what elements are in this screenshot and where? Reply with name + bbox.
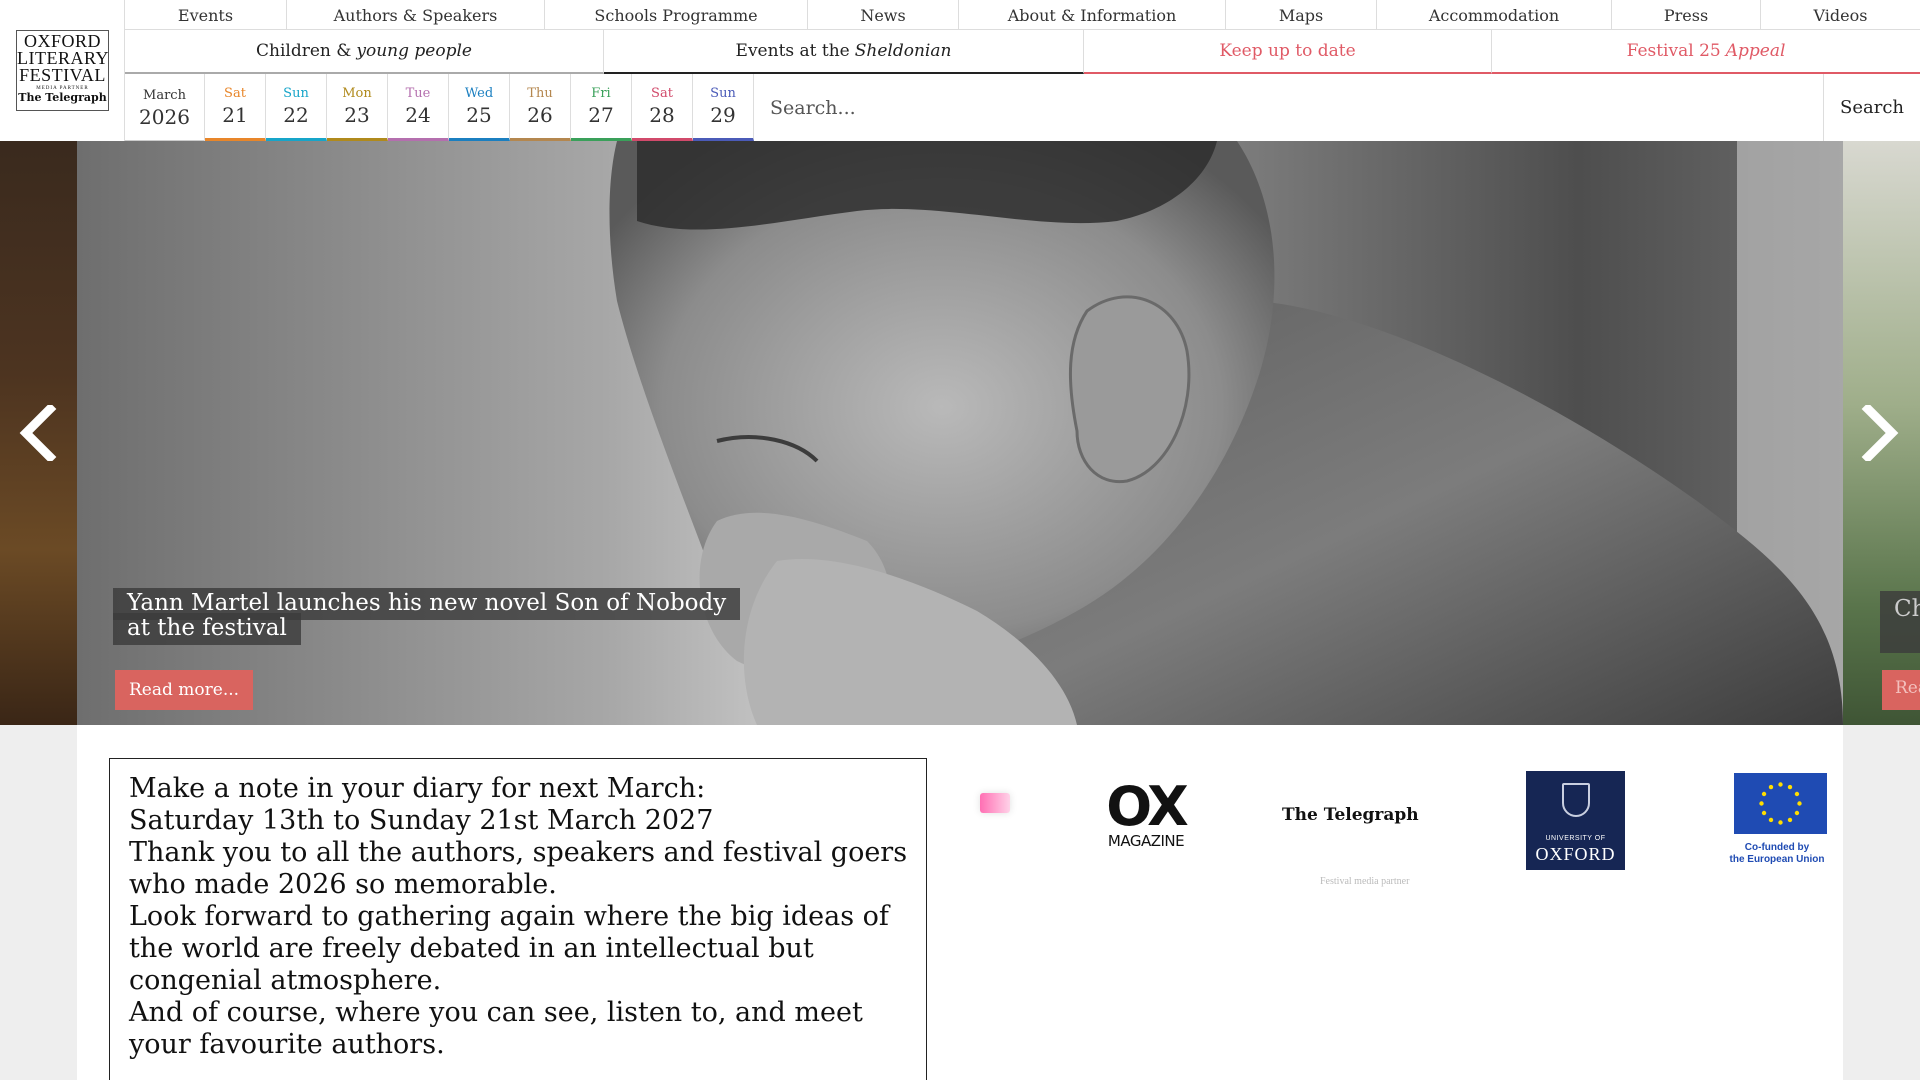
main-nav: Events Authors & Speakers Schools Programm…: [125, 0, 1920, 30]
day-number: 27: [588, 103, 614, 127]
date-cell-24[interactable]: Tue 24: [388, 74, 449, 141]
date-cell-21[interactable]: Sat 21: [205, 74, 266, 141]
search-input[interactable]: [754, 74, 1824, 141]
telegraph-logo[interactable]: The Telegraph: [1282, 805, 1419, 825]
nav-item-videos[interactable]: Videos: [1761, 0, 1920, 30]
nav-sheldonian-italic: Sheldonian: [854, 41, 952, 61]
date-cell-22[interactable]: Sun 22: [266, 74, 327, 141]
date-cell-26[interactable]: Thu 26: [510, 74, 571, 141]
ox-logo-big: OX: [1106, 775, 1189, 838]
search-form: Search: [754, 74, 1920, 141]
read-more-button[interactable]: Read more...: [115, 670, 254, 710]
media-partner-caption: Festival media partner: [1320, 876, 1410, 887]
day-name: Wed: [464, 86, 494, 101]
month-year-label: March 2026: [125, 74, 205, 141]
nav-events-sheldonian[interactable]: Events at the Sheldonian: [604, 30, 1084, 74]
nav-children-young-people[interactable]: Children & young people: [125, 30, 604, 74]
nav-item-authors-speakers[interactable]: Authors & Speakers: [287, 0, 545, 30]
slide-caption-text: Yann Martel launches his new novel Son o…: [113, 588, 741, 645]
nav-keep-up-label: Keep up to date: [1219, 41, 1356, 61]
carousel-prev-arrow[interactable]: [8, 403, 68, 463]
nav-appeal-italic: Appeal: [1725, 41, 1786, 61]
year-number: 2026: [139, 104, 190, 129]
day-name: Mon: [342, 86, 372, 101]
day-name: Thu: [527, 86, 553, 101]
day-name: Sat: [224, 86, 246, 101]
sponsor-pink-logo[interactable]: [980, 793, 1010, 813]
date-cell-23[interactable]: Mon 23: [327, 74, 388, 141]
nav-item-about-information[interactable]: About & Information: [959, 0, 1226, 30]
slide-caption: Yann Martel launches his new novel Son o…: [113, 588, 741, 645]
day-number: 22: [283, 103, 309, 127]
month-name: March: [143, 87, 186, 103]
nav-children-prefix: Children &: [256, 41, 352, 61]
nav-item-maps[interactable]: Maps: [1226, 0, 1377, 30]
eu-logo-line-1: Co-funded by: [1744, 842, 1810, 853]
day-name: Sat: [651, 86, 673, 101]
ox-logo-small: MAGAZINE: [1107, 832, 1185, 850]
day-number: 28: [649, 103, 675, 127]
ox-magazine-logo[interactable]: OX MAGAZINE: [1098, 775, 1194, 850]
day-name: Tue: [405, 86, 431, 101]
date-bar: March 2026 Sat 21 Sun 22 Mon 23 Tue 24 Wed 25 Thu 2…: [125, 74, 1920, 141]
nav-sheldonian-prefix: Events at the: [735, 41, 850, 61]
chevron-left-icon: [19, 405, 57, 461]
notice-line: And of course, where you can see, listen…: [129, 997, 863, 1060]
oxford-logo-small: UNIVERSITY OF: [1545, 835, 1606, 842]
university-of-oxford-logo[interactable]: UNIVERSITY OF OXFORD: [1526, 771, 1625, 870]
nav-festival-appeal[interactable]: Festival 25 Appeal: [1492, 30, 1920, 74]
diary-notice-box: Make a note in your diary for next March…: [109, 758, 927, 1080]
day-name: Sun: [710, 86, 736, 101]
nav-appeal-prefix: Festival 25: [1626, 41, 1721, 61]
nav-item-news[interactable]: News: [808, 0, 959, 30]
day-name: Fri: [591, 86, 611, 101]
festival-logo[interactable]: OXFORD LITERARY FESTIVAL MEDIA PARTNER T…: [16, 30, 109, 111]
eu-stars-icon: [1759, 782, 1802, 825]
nav-item-schools-programme[interactable]: Schools Programme: [545, 0, 808, 30]
day-number: 25: [466, 103, 492, 127]
notice-line: Saturday 13th to Sunday 21st March 2027: [129, 805, 714, 836]
chevron-right-icon: [1861, 405, 1899, 461]
oxford-crest-icon: [1562, 783, 1590, 817]
search-button[interactable]: Search: [1824, 74, 1920, 141]
oxford-logo-big: OXFORD: [1535, 844, 1616, 864]
day-name: Sun: [283, 86, 309, 101]
day-number: 26: [527, 103, 553, 127]
nav-item-events[interactable]: Events: [125, 0, 287, 30]
eu-cofunded-logo[interactable]: Co-funded by the European Union: [1727, 773, 1827, 866]
nav-keep-up-to-date[interactable]: Keep up to date: [1084, 30, 1492, 74]
nav-item-accommodation[interactable]: Accommodation: [1377, 0, 1612, 30]
day-number: 23: [344, 103, 370, 127]
day-number: 21: [222, 103, 248, 127]
notice-line: Thank you to all the authors, speakers a…: [129, 837, 908, 900]
next-slide-read-more-peek[interactable]: Rea: [1882, 670, 1920, 710]
notice-line: Make a note in your diary for next March…: [129, 773, 706, 804]
eu-logo-line-2: the European Union: [1729, 854, 1825, 865]
day-list: Sat 21 Sun 22 Mon 23 Tue 24 Wed 25 Thu 26 Fri 27 Sat 28…: [205, 74, 754, 141]
secondary-nav: Children & young people Events at the Sh…: [125, 30, 1920, 74]
main-content: Make a note in your diary for next March…: [77, 725, 1843, 1080]
date-cell-28[interactable]: Sat 28: [632, 74, 693, 141]
sponsor-logos: OX MAGAZINE The Telegraph UNIVERSITY OF …: [947, 739, 1827, 899]
day-number: 24: [405, 103, 431, 127]
next-slide-caption-peek: Ch ca: [1880, 591, 1920, 653]
nav-item-press[interactable]: Press: [1612, 0, 1761, 30]
eu-flag-icon: [1734, 773, 1827, 834]
date-cell-25[interactable]: Wed 25: [449, 74, 510, 141]
date-cell-27[interactable]: Fri 27: [571, 74, 632, 141]
hero-carousel: Yann Martel launches his new novel Son o…: [0, 141, 1920, 725]
nav-children-italic: young people: [356, 41, 472, 61]
day-number: 29: [710, 103, 736, 127]
date-cell-29[interactable]: Sun 29: [693, 74, 754, 141]
logo-partner-name: The Telegraph: [18, 91, 107, 104]
logo-line-3: FESTIVAL: [19, 65, 106, 85]
carousel-next-arrow[interactable]: [1850, 403, 1910, 463]
notice-line: Look forward to gathering again where th…: [129, 901, 889, 996]
site-header: OXFORD LITERARY FESTIVAL MEDIA PARTNER T…: [0, 0, 1920, 141]
